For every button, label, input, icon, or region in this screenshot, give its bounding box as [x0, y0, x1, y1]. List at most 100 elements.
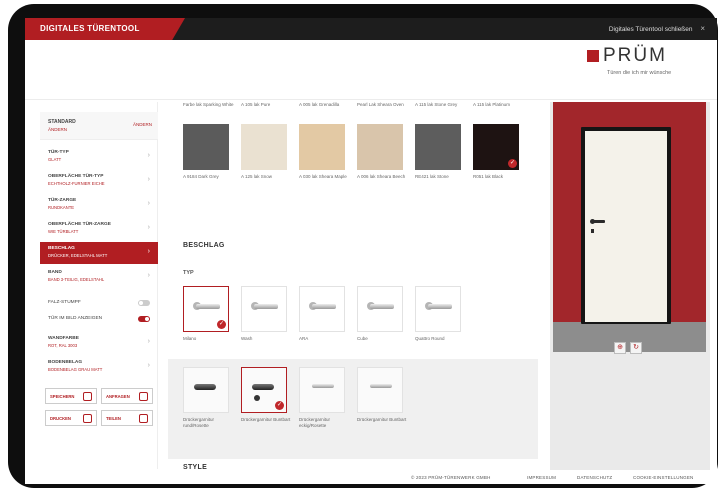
check-icon: ✓	[275, 401, 284, 410]
material-color	[299, 124, 345, 170]
request-button[interactable]: ANFRAGEN	[101, 388, 153, 404]
handle-knob-icon	[194, 384, 216, 390]
toggle-label: FALZ-STUMPF	[48, 300, 81, 305]
sidebar-item-band[interactable]: BAND BAND 3-TEILIG, EDELSTAHL ›	[40, 266, 158, 288]
variant-option-selected[interactable]: ✓	[241, 367, 287, 413]
handle-option[interactable]	[357, 286, 403, 332]
save-button[interactable]: SPEICHERN	[45, 388, 97, 404]
handle-lever-icon	[312, 304, 336, 309]
handle-option[interactable]	[241, 286, 287, 332]
chevron-right-icon: ›	[147, 248, 150, 255]
material-color: ✓	[473, 124, 519, 170]
handle-knob-icon	[252, 384, 274, 390]
variant-option-label: Drückergarnitur Buntbart	[241, 417, 291, 422]
handle-option-label: Milano	[183, 336, 197, 341]
chevron-right-icon: ›	[147, 152, 150, 159]
config-sidebar: STANDARD ÄNDERN ÄNDERN TÜR-TYP GLATT › O…	[40, 102, 158, 469]
material-caption: A 115 lak Platinum	[473, 102, 510, 107]
handle-option-label: Wash	[241, 336, 253, 341]
sidebar-head-action[interactable]: ÄNDERN	[133, 122, 152, 127]
brand-logo[interactable]: PRÜM Türen die ich mir wünsche	[587, 45, 697, 80]
footer-link-impressum[interactable]: IMPRESSUM	[527, 475, 556, 480]
save-button-label: SPEICHERN	[50, 394, 75, 399]
sidebar-item-label: BESCHLAG	[48, 246, 75, 251]
variant-option[interactable]	[299, 367, 345, 413]
sidebar-item-value: ROT, RAL 3003	[48, 343, 78, 348]
sidebar-item-value: WIE TÜRBLATT	[48, 229, 79, 234]
zoom-icon: ⊕	[617, 344, 623, 351]
sidebar-item-tuer-typ[interactable]: TÜR-TYP GLATT ›	[40, 146, 158, 168]
sidebar-head-label: STANDARD	[48, 119, 76, 125]
variant-option[interactable]	[183, 367, 229, 413]
door-preview: ⊕ ↻	[550, 102, 710, 470]
sidebar-head[interactable]: STANDARD ÄNDERN ÄNDERN	[40, 112, 158, 140]
toggle-switch-off[interactable]	[138, 300, 150, 306]
footer: © 2023 PRÜM-TÜRENWERK GMBH IMPRESSUM DAT…	[25, 473, 717, 484]
handle-option-selected[interactable]: ✓	[183, 286, 229, 332]
share-button-label: TEILEN	[106, 416, 121, 421]
cart-icon	[139, 392, 148, 401]
handle-lever-icon	[254, 304, 278, 309]
close-tool-button[interactable]: Digitales Türentool schließen ×	[609, 18, 705, 41]
keyhole-icon	[254, 395, 260, 401]
top-bar: DIGITALES TÜRENTOOL Digitales Türentool …	[25, 18, 717, 40]
material-caption: Pearl Lak Sheara Oven	[357, 102, 404, 107]
sidebar-head-sub: ÄNDERN	[48, 127, 68, 132]
handle-option[interactable]	[415, 286, 461, 332]
request-button-label: ANFRAGEN	[106, 394, 130, 399]
close-icon: ×	[700, 24, 705, 33]
handle-lever-icon	[428, 304, 452, 309]
share-button[interactable]: TEILEN	[101, 410, 153, 426]
sidebar-item-label: OBERFLÄCHE TÜR-ZARGE	[48, 222, 111, 227]
footer-link-cookies[interactable]: COOKIE-EINSTELLUNGEN	[633, 475, 694, 480]
check-icon: ✓	[217, 320, 226, 329]
chevron-right-icon: ›	[147, 362, 150, 369]
share-icon	[139, 414, 148, 423]
toggle-falz-stumpf[interactable]: FALZ-STUMPF	[40, 296, 158, 310]
sidebar-item-value: BAND 3-TEILIG, EDELSTAHL	[48, 277, 105, 282]
chevron-right-icon: ›	[147, 176, 150, 183]
zoom-button[interactable]: ⊕	[614, 342, 626, 354]
rotate-button[interactable]: ↻	[630, 342, 642, 354]
material-color	[183, 124, 229, 170]
toggle-tuer-im-bild[interactable]: TÜR IM BILD ANZEIGEN	[40, 312, 158, 326]
handle-lever-icon	[312, 384, 334, 388]
handle-lever-icon	[196, 304, 220, 309]
sidebar-item-tuer-zarge[interactable]: TÜR-ZARGE RUNDKANTE ›	[40, 194, 158, 216]
material-caption: A 105 lak Pure	[241, 102, 271, 107]
check-icon: ✓	[508, 159, 517, 168]
material-caption: A 115 lak Stone Grey	[415, 102, 458, 107]
handle-option[interactable]	[299, 286, 345, 332]
logo-mark	[587, 50, 599, 62]
sidebar-item-oberflaeche-zarge[interactable]: OBERFLÄCHE TÜR-ZARGE WIE TÜRBLATT ›	[40, 218, 158, 240]
sidebar-item-label: TÜR-ZARGE	[48, 198, 77, 203]
variant-option[interactable]	[357, 367, 403, 413]
chevron-right-icon: ›	[147, 224, 150, 231]
print-button[interactable]: DRUCKEN	[45, 410, 97, 426]
material-caption: A 005 lak Grenadilla	[299, 102, 340, 107]
sidebar-item-value: GLATT	[48, 157, 62, 162]
rotate-icon: ↻	[633, 344, 639, 351]
handle-option-label: ARA	[299, 336, 309, 341]
sidebar-item-oberflaeche-tuer[interactable]: OBERFLÄCHE TÜR-TYP ECHTHOLZ-FURNIER EICH…	[40, 170, 158, 192]
sidebar-item-beschlag[interactable]: BESCHLAG DRÜCKER, EDELSTAHL MATT ›	[40, 242, 158, 264]
material-color	[415, 124, 461, 170]
footer-link-datenschutz[interactable]: DATENSCHUTZ	[577, 475, 612, 480]
material-label: A 125 lak Snow	[241, 174, 273, 179]
logo-name: PRÜM	[603, 45, 667, 66]
variant-option-label: Drückergarnitur rund/Rosette	[183, 417, 215, 428]
toggle-switch-on[interactable]	[138, 316, 150, 322]
material-label: R051 lak Black	[473, 174, 504, 179]
handle-lever-icon	[370, 384, 392, 388]
sidebar-item-value: RUNDKANTE	[48, 205, 75, 210]
app-title: DIGITALES TÜRENTOOL	[25, 18, 185, 40]
material-caption: Farbe lak Sparking White	[183, 102, 234, 107]
sidebar-item-wandfarbe[interactable]: WANDFARBE ROT, RAL 3003 ›	[40, 332, 158, 354]
variant-option-label: Drückergarnitur Buntbart	[357, 417, 407, 422]
chevron-right-icon: ›	[147, 272, 150, 279]
close-tool-label: Digitales Türentool schließen	[608, 26, 693, 33]
sidebar-item-label: WANDFARBE	[48, 336, 79, 341]
sidebar-item-bodenbelag[interactable]: BODENBELAG BODENBELAG GRAU MATT ›	[40, 356, 158, 378]
material-label: RE421 lak Stone	[415, 174, 449, 179]
printer-icon	[83, 414, 92, 423]
